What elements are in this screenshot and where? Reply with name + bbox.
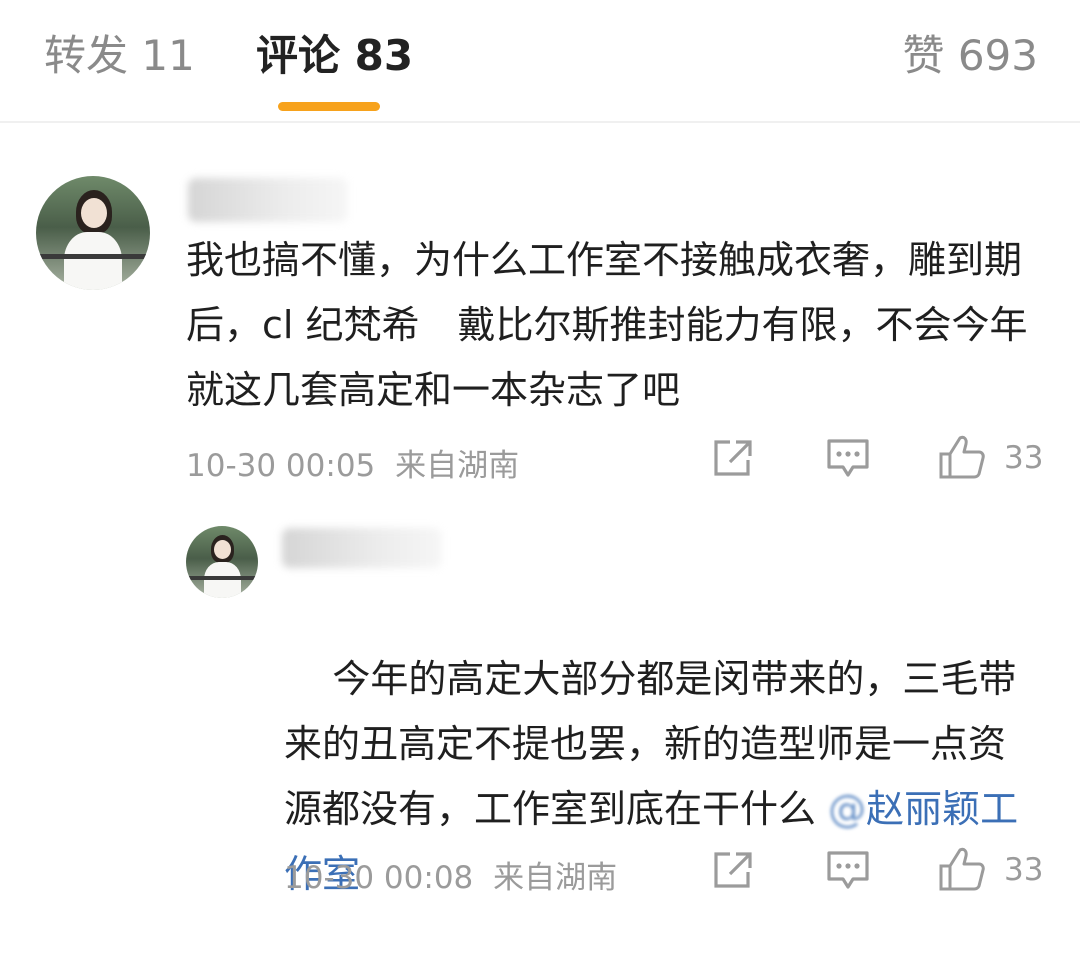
comment-text: 我也搞不懂，为什么工作室不接触成衣奢，雕到期后，cl 纪梵希 戴比尔斯推封能力有… — [186, 238, 1028, 412]
timestamp: 10-30 00:05 — [186, 448, 376, 484]
tab-reposts[interactable]: 转发 11 — [44, 28, 195, 84]
timestamp: 10-30 00:08 — [284, 860, 474, 896]
tab-likes[interactable]: 赞 693 — [902, 28, 1038, 84]
thumbs-up-icon[interactable] — [938, 846, 986, 892]
mention-at-icon: @ — [828, 787, 867, 831]
like-count: 33 — [1004, 440, 1044, 476]
like-count: 33 — [1004, 852, 1044, 888]
tab-comments[interactable]: 评论 83 — [256, 28, 413, 84]
comment-icon[interactable] — [826, 438, 870, 480]
location: 来自湖南 — [395, 448, 520, 484]
comment-meta: 10-30 00:05 来自湖南 — [186, 440, 519, 485]
thumbs-up-icon[interactable] — [938, 434, 986, 480]
avatar[interactable] — [36, 176, 150, 290]
tab-divider — [0, 121, 1080, 123]
comment-text: 今年的高定大部分都是闵带来的，三毛带来的丑高定不提也罢，新的造型师是一点资源都没… — [284, 582, 1024, 972]
username[interactable] — [282, 528, 442, 568]
tab-bar: 转发 11 评论 83 赞 693 — [0, 0, 1080, 120]
comment-icon[interactable] — [826, 850, 870, 892]
share-icon[interactable] — [712, 850, 754, 890]
username[interactable] — [188, 178, 348, 222]
location: 来自湖南 — [493, 860, 618, 896]
comment-meta: 10-30 00:08 来自湖南 — [284, 852, 617, 897]
active-tab-indicator — [278, 102, 380, 111]
share-icon[interactable] — [712, 438, 754, 478]
avatar[interactable] — [186, 526, 258, 598]
